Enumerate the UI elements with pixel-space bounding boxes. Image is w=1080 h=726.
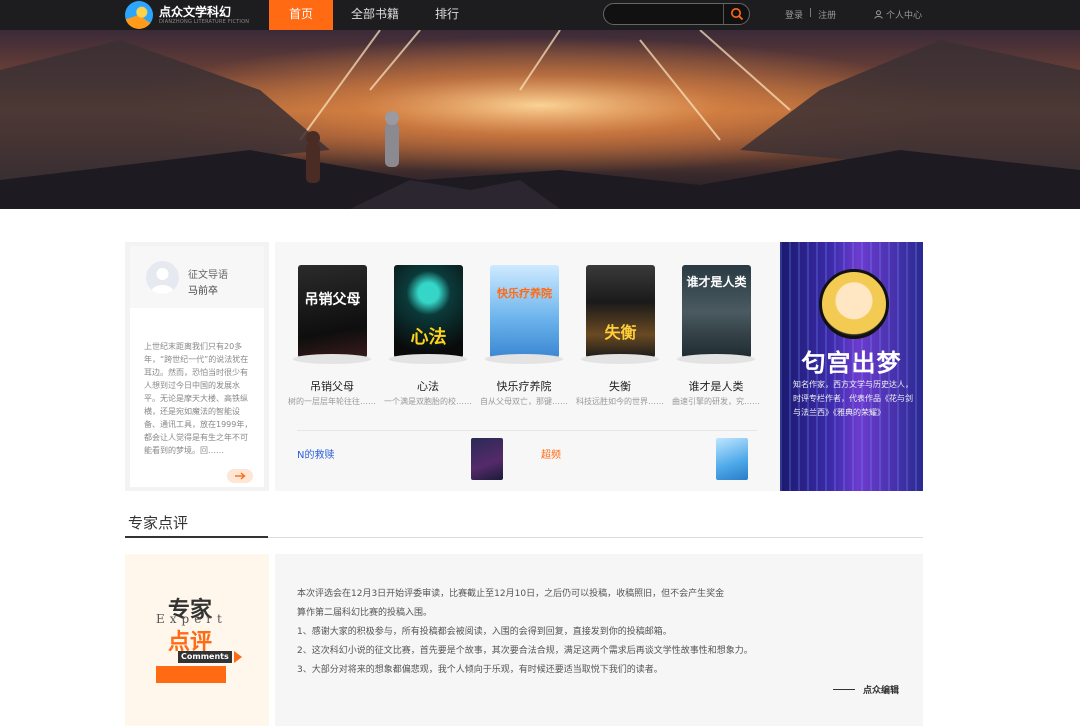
search-input[interactable] xyxy=(612,7,720,21)
banner-artwork xyxy=(0,30,1080,209)
book-cover[interactable]: 失衡 xyxy=(586,265,655,358)
site-logo[interactable]: 点众文学科幻 DIANZHONG LITERATURE FICTION xyxy=(125,1,249,29)
book-cover[interactable]: 吊销父母 xyxy=(298,265,367,358)
guide-text: 上世纪末距离我们只有20多年，“跨世纪一代”的说法犹在耳边。然而，恐怕当时很少有… xyxy=(144,342,253,455)
author-desc: 知名作家，西方文学与历史达人，时评专栏作者，代表作品《花与剑与法兰西》《雅典的荣… xyxy=(793,380,913,417)
nav-home[interactable]: 首页 xyxy=(269,0,333,30)
arrow-right-icon xyxy=(235,472,246,480)
book-title[interactable]: 心法 xyxy=(378,378,478,394)
top-navbar: 点众文学科幻 DIANZHONG LITERATURE FICTION 首页 全… xyxy=(0,0,1080,30)
author-name: 匂宫出梦 xyxy=(801,349,902,377)
book-desc: 树的一层层年轮往往…… xyxy=(288,397,376,406)
guide-author: 马前卒 xyxy=(188,286,218,297)
guide-card: 征文导语 马前卒 上世纪末距离我们只有20多年，“跨世纪一代”的说法犹在耳边。然… xyxy=(125,242,269,491)
book-title[interactable]: 吊销父母 xyxy=(282,378,382,394)
divider xyxy=(297,430,757,431)
search-button[interactable] xyxy=(723,4,750,24)
book-desc: 曲速引擎的研发，究…… xyxy=(672,397,760,406)
main-nav: 首页 全部书籍 排行 xyxy=(269,0,477,30)
search-icon xyxy=(731,8,744,21)
section-title: 专家点评 xyxy=(128,514,189,532)
logo-subtitle: DIANZHONG LITERATURE FICTION xyxy=(159,18,250,25)
featured-books-panel: 吊销父母 吊销父母 树的一层层年轮往往…… 心法 心法 一个满是双胞胎的校…… … xyxy=(275,242,780,491)
auth-separator: | xyxy=(809,8,813,18)
review-line: 算作第二届科幻比赛的投稿入围。 xyxy=(297,608,433,618)
mini-book-link[interactable]: 超频 xyxy=(541,446,561,461)
review-content: 本次评选会在12月3日开始评委审读，比赛截止至12月10日，之后仍可以投稿，收稿… xyxy=(275,554,923,726)
search-box xyxy=(603,3,750,25)
user-center-link[interactable]: 个人中心 xyxy=(874,8,922,21)
auth-links: 登录 | 注册 xyxy=(785,8,836,21)
book-cover[interactable]: 心法 xyxy=(394,265,463,358)
review-line: 2、这次科幻小说的征文比赛，首先要是个故事，其次要合法合规，满足这两个需求后再谈… xyxy=(297,646,753,656)
avatar-placeholder-icon xyxy=(150,268,175,294)
review-badge: 专家 Expert 点评 Comments xyxy=(125,554,269,726)
book-desc: 科技远胜如今的世界…… xyxy=(576,397,664,406)
user-icon xyxy=(874,10,883,19)
review-line: 1、感谢大家的积极参与，所有投稿都会被阅读，入围的会得到回复，直接发到你的投稿邮… xyxy=(297,627,672,637)
author-promo-card[interactable]: 匂宫出梦 知名作家，西方文学与历史达人，时评专栏作者，代表作品《花与剑与法兰西》… xyxy=(780,242,923,491)
guide-title: 征文导语 xyxy=(188,270,228,281)
guide-header: 征文导语 马前卒 xyxy=(130,246,264,308)
hero-banner[interactable] xyxy=(0,30,1080,209)
book-title[interactable]: 快乐疗养院 xyxy=(474,378,574,394)
badge-tag: Comments xyxy=(178,651,232,663)
register-link[interactable]: 注册 xyxy=(818,8,836,21)
review-line: 3、大部分对将来的想象都偏悲观，我个人倾向于乐观，有时候还要适当取悦下我们的读者… xyxy=(297,665,663,675)
mini-book-cover[interactable] xyxy=(471,438,503,480)
book-desc: 自从父母双亡，那键…… xyxy=(480,397,568,406)
book-title[interactable]: 失衡 xyxy=(570,378,670,394)
book-title[interactable]: 谁才是人类 xyxy=(666,378,766,394)
signature-text: 点众编辑 xyxy=(863,686,900,696)
logo-title: 点众文学科幻 xyxy=(159,4,232,19)
logo-icon xyxy=(125,1,153,29)
review-line: 本次评选会在12月3日开始评委审读，比赛截止至12月10日，之后仍可以投稿，收稿… xyxy=(297,589,725,599)
user-center-label: 个人中心 xyxy=(886,11,923,21)
review-signature: 点众编辑 xyxy=(833,683,899,696)
read-more-button[interactable] xyxy=(227,469,253,483)
book-cover[interactable]: 快乐疗养院 xyxy=(490,265,559,358)
login-link[interactable]: 登录 xyxy=(785,8,803,21)
mini-book-link[interactable]: N的救赎 xyxy=(297,446,334,461)
author-avatar xyxy=(819,269,889,339)
avatar xyxy=(146,261,179,294)
nav-ranking[interactable]: 排行 xyxy=(417,0,477,30)
tag-arrow-icon xyxy=(234,651,242,663)
badge-bar xyxy=(156,666,226,683)
book-desc: 一个满是双胞胎的校…… xyxy=(384,397,472,406)
nav-all-books[interactable]: 全部书籍 xyxy=(333,0,417,30)
mini-book-cover[interactable] xyxy=(716,438,748,480)
book-cover[interactable]: 谁才是人类 xyxy=(682,265,751,358)
